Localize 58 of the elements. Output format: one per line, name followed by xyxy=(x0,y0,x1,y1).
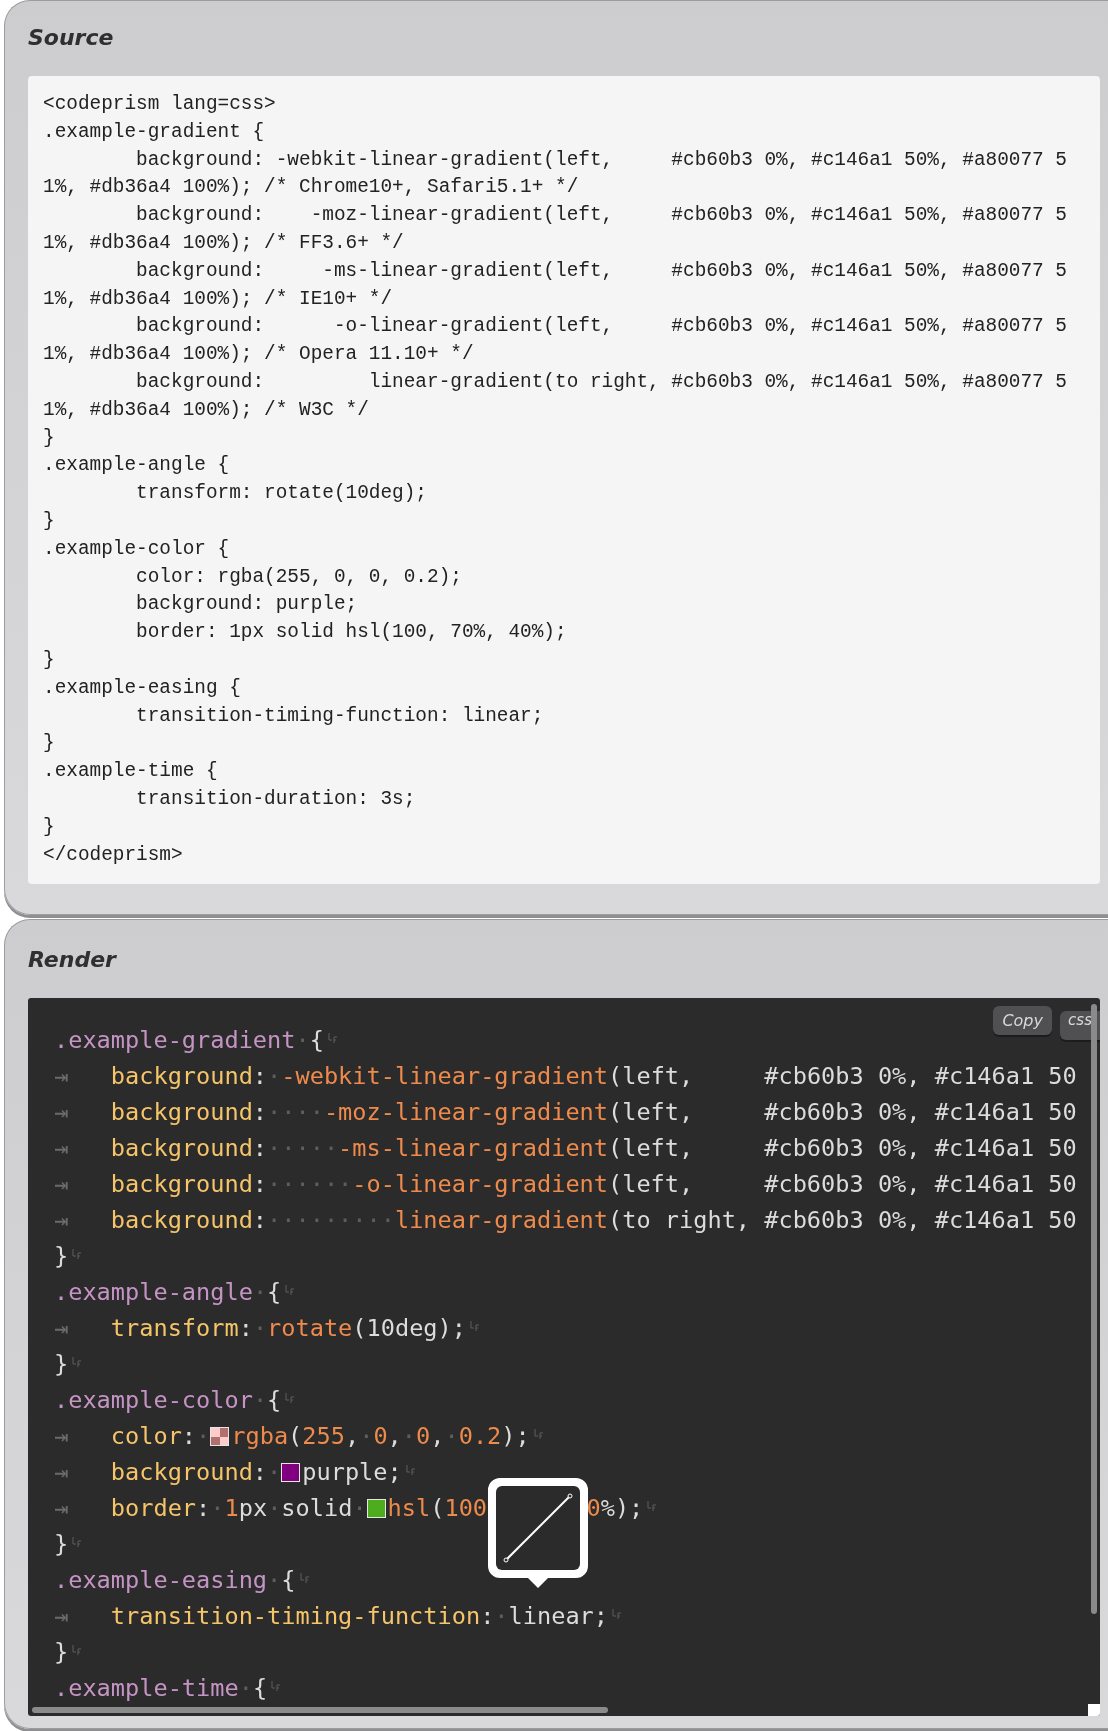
code-line: 1%, #db36a4 100%); /* IE10+ */ xyxy=(43,286,393,312)
horizontal-scrollbar[interactable] xyxy=(32,1707,608,1714)
code-line: .example-angle { xyxy=(43,453,230,479)
code-text: } xyxy=(54,1350,69,1379)
code-text: ⇥ background:·-webkit-linear-gradient(left, #cb60b3 0%, #c146a1 50 xyxy=(54,1062,1077,1091)
code-text: } xyxy=(54,1242,69,1271)
code-line: transition-duration: 3s; xyxy=(135,786,416,812)
code-text: rgba(255,·0,·0,·0.2); xyxy=(231,1422,530,1451)
code-line: 1%, #db36a4 100%); /* W3C */ xyxy=(43,397,369,423)
panel-title: Render xyxy=(28,946,118,975)
code-text: ⇥ color:· xyxy=(54,1422,211,1451)
code-line: .example-easing { xyxy=(43,675,241,701)
code-text: ⇥ transform:·rotate(10deg); xyxy=(54,1314,466,1343)
code-line: 1%, #db36a4 100%); /* Chrome10+, Safari5.1+ */ xyxy=(43,175,579,201)
code-text: ⇥ border:·1px·solid· xyxy=(54,1494,367,1523)
code-text: } xyxy=(54,1530,69,1559)
code-text: ⇥ background:····-moz-linear-gradient(left, #cb60b3 0%, #c146a1 50 xyxy=(54,1098,1077,1127)
code-line: .example-gradient { xyxy=(43,119,265,145)
code-text: .example-time·{ xyxy=(54,1674,268,1703)
code-text: ⇥ transition-timing-function:·linear; xyxy=(54,1602,608,1631)
code-text: 0%); xyxy=(586,1494,644,1523)
code-line: <codeprism lang=css> xyxy=(43,92,276,117)
code-line: background: linear-gradient(to right, #cb60b3 0%, #c146a1 50%, #a80077 5 xyxy=(135,369,1067,395)
code-text: ⇥ background:·········linear-gradient(to right, #cb60b3 0%, #c146a1 50 xyxy=(54,1206,1077,1235)
vertical-scrollbar[interactable] xyxy=(1091,1004,1097,1615)
code-line: .example-color { xyxy=(43,536,230,562)
panel-title: Source xyxy=(28,24,115,52)
copy-button[interactable]: Copy xyxy=(993,1006,1052,1036)
code-line: transition-timing-function: linear; xyxy=(135,703,544,729)
code-text: ⇥ background:·····-ms-linear-gradient(left, #cb60b3 0%, #c146a1 50 xyxy=(54,1134,1077,1163)
code-line: transform: rotate(10deg); xyxy=(135,481,427,507)
code-text: .example-gradient·{ xyxy=(54,1026,324,1055)
code-text: .example-angle·{ xyxy=(54,1278,282,1307)
code-text: hsl(100 xyxy=(387,1494,488,1523)
code-line: 1%, #db36a4 100%); /* Opera 11.10+ */ xyxy=(43,342,474,368)
code-line: background: purple; xyxy=(135,592,358,618)
code-line: } xyxy=(43,731,55,757)
code-line: } xyxy=(43,647,55,673)
code-line: background: -o-linear-gradient(left, #cb60b3 0%, #c146a1 50%, #a80077 5 xyxy=(135,314,1067,340)
code-line: 1%, #db36a4 100%); /* FF3.6+ */ xyxy=(43,231,404,256)
linear-curve-icon xyxy=(503,1493,573,1563)
code-text: .example-easing·{ xyxy=(54,1566,296,1595)
code-line: } xyxy=(43,814,55,840)
code-text: .example-color·{ xyxy=(54,1386,282,1415)
code-text: ⇥ background:· xyxy=(54,1458,282,1487)
code-text: purple; xyxy=(302,1458,402,1487)
code-line: background: -webkit-linear-gradient(left, #cb60b3 0%, #c146a1 50%, #a80077 5 xyxy=(135,147,1067,173)
code-text: } xyxy=(54,1638,69,1667)
scroll-corner xyxy=(1088,1704,1100,1717)
code-line: background: -ms-linear-gradient(left, #cb60b3 0%, #c146a1 50%, #a80077 5 xyxy=(135,258,1067,284)
code-line: color: rgba(255, 0, 0, 0.2); xyxy=(135,564,462,590)
code-line: background: -moz-linear-gradient(left, #cb60b3 0%, #c146a1 50%, #a80077 5 xyxy=(135,203,1067,229)
code-text: ⇥ background:······-o-linear-gradient(left, #cb60b3 0%, #c146a1 50 xyxy=(54,1170,1077,1199)
code-line: } xyxy=(43,508,55,534)
code-line: </codeprism> xyxy=(43,842,183,868)
code-line: .example-time { xyxy=(43,759,218,785)
code-line: border: 1px solid hsl(100, 70%, 40%); xyxy=(135,620,567,646)
code-line: } xyxy=(43,425,55,451)
